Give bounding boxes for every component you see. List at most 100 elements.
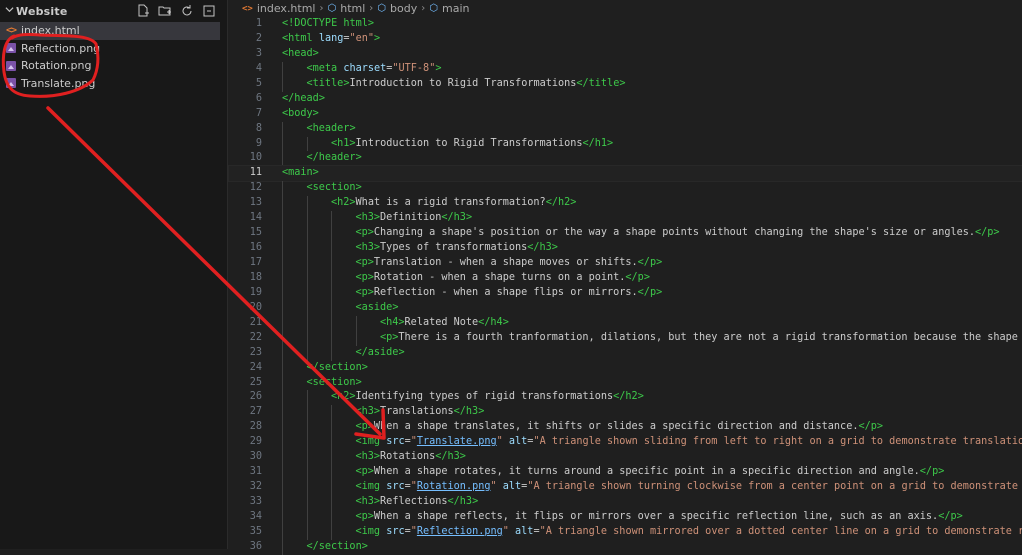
line-code[interactable]: <p>When a shape reflects, it flips or mi… [262, 509, 1022, 525]
indent-guide [282, 539, 283, 555]
file-name: Reflection.png [21, 41, 101, 55]
code-line[interactable]: 10 </header> [229, 151, 1022, 167]
file-item-rotation-png[interactable]: Rotation.png [0, 57, 227, 75]
indent-guide [331, 405, 332, 421]
code-line[interactable]: 19 <p>Reflection - when a shape flips or … [229, 285, 1022, 301]
code-line[interactable]: 14 <h3>Definition</h3> [229, 211, 1022, 227]
code-line[interactable]: 3 <head> [229, 47, 1022, 62]
new-folder-icon[interactable] [157, 3, 173, 19]
line-code[interactable]: </section> [262, 539, 1022, 555]
code-line[interactable]: 30 <h3>Rotations</h3> [229, 450, 1022, 466]
line-code[interactable]: </section> [262, 360, 1022, 376]
code-line[interactable]: 33 <h3>Reflections</h3> [229, 495, 1022, 510]
line-code[interactable]: <!DOCTYPE html> [262, 17, 1022, 32]
line-code[interactable]: <h3>Definition</h3> [262, 211, 1022, 227]
line-code[interactable]: </head> [262, 92, 1022, 107]
code-line[interactable]: 1 <!DOCTYPE html> [229, 17, 1022, 32]
collapse-all-icon[interactable] [201, 3, 217, 19]
file-item-translate-png[interactable]: Translate.png [0, 75, 227, 93]
code-line[interactable]: 9 <h1>Introduction to Rigid Transformatio… [229, 136, 1022, 152]
code-line[interactable]: 15 <p>Changing a shape's position or the … [229, 226, 1022, 242]
code-line[interactable]: 20 <aside> [229, 300, 1022, 316]
line-code[interactable]: </header> [262, 151, 1022, 167]
code-line[interactable]: 31 <p>When a shape rotates, it turns arou… [229, 465, 1022, 481]
line-code[interactable]: <p>Changing a shape's position or the wa… [262, 226, 1022, 242]
line-code[interactable]: <h3>Types of transformations</h3> [262, 241, 1022, 256]
code-line[interactable]: 28 <p>When a shape translates, it shifts … [229, 420, 1022, 436]
line-code[interactable]: <img src="Rotation.png" alt="A triangle … [262, 480, 1022, 495]
code-line[interactable]: 6 </head> [229, 92, 1022, 107]
line-code[interactable]: <section> [262, 181, 1022, 197]
refresh-icon[interactable] [179, 3, 195, 19]
code-line[interactable]: 27 <h3>Translations</h3> [229, 405, 1022, 421]
indent-guide [282, 196, 283, 212]
line-number: 26 [249, 391, 262, 403]
line-code[interactable]: <p>When a shape translates, it shifts or… [262, 420, 1022, 436]
explorer-folder-header[interactable]: Website [0, 0, 227, 22]
code-line[interactable]: 22 <p>There is a fourth tranformation, di… [229, 330, 1022, 346]
line-code[interactable]: <aside> [262, 300, 1022, 316]
line-code[interactable]: <main> [262, 166, 1022, 181]
code-line[interactable]: 11 <main> [228, 165, 1022, 183]
line-code[interactable]: <p>When a shape rotates, it turns around… [262, 465, 1022, 481]
code-line[interactable]: 16 <h3>Types of transformations</h3> [229, 241, 1022, 256]
code-area[interactable]: 1 <!DOCTYPE html> 2 <html lang="en"> 3 <head>… [228, 17, 1022, 555]
indent-guide [282, 211, 283, 227]
code-line[interactable]: 24 </section> [229, 360, 1022, 376]
explorer-actions [135, 3, 217, 19]
line-code[interactable]: <html lang="en"> [262, 32, 1022, 47]
line-code[interactable]: <title>Introduction to Rigid Transformat… [262, 76, 1022, 92]
line-code[interactable]: <section> [262, 375, 1022, 391]
line-code[interactable]: <head> [262, 47, 1022, 62]
breadcrumb-item-file[interactable]: index.html [257, 2, 316, 15]
indent-guide [331, 226, 332, 242]
file-item-index-html[interactable]: <> index.html [0, 22, 220, 40]
code-line[interactable]: 17 <p>Translation - when a shape moves or… [229, 256, 1022, 271]
code-line[interactable]: 4 <meta charset="UTF-8"> [229, 61, 1022, 77]
indent-guide [306, 465, 308, 481]
breadcrumb-item-html[interactable]: html [340, 2, 365, 15]
new-file-icon[interactable] [135, 3, 151, 19]
element-icon: ⬡ [377, 3, 387, 14]
line-code[interactable]: <h3>Rotations</h3> [262, 450, 1022, 466]
breadcrumb-item-body[interactable]: body [390, 2, 417, 15]
line-code[interactable]: <h2>What is a rigid transformation?</h2> [262, 196, 1022, 212]
line-code[interactable]: <img src="Translate.png" alt="A triangle… [262, 435, 1022, 451]
line-code[interactable]: <p>Rotation - when a shape turns on a po… [262, 270, 1022, 286]
line-code[interactable]: <h1>Introduction to Rigid Transformation… [262, 136, 1022, 152]
chevron-down-icon[interactable] [2, 5, 16, 17]
code-line[interactable]: 26 <h2>Identifying types of rigid transfo… [229, 390, 1022, 406]
line-code[interactable]: <header> [262, 121, 1022, 137]
code-line[interactable]: 13 <h2>What is a rigid transformation?</h… [229, 196, 1022, 212]
code-line[interactable]: 29 <img src="Translate.png" alt="A triang… [229, 435, 1022, 451]
code-line[interactable]: 32 <img src="Rotation.png" alt="A triangl… [229, 480, 1022, 495]
code-line[interactable]: 34 <p>When a shape reflects, it flips or … [229, 509, 1022, 525]
code-line[interactable]: 12 <section> [229, 181, 1022, 197]
line-code[interactable]: </aside> [262, 345, 1022, 361]
code-line[interactable]: 25 <section> [229, 375, 1022, 391]
code-line[interactable]: 8 <header> [229, 121, 1022, 137]
code-line[interactable]: 23 </aside> [229, 345, 1022, 361]
code-line[interactable]: 2 <html lang="en"> [229, 32, 1022, 47]
line-code[interactable]: <h2>Identifying types of rigid transform… [262, 390, 1022, 406]
indent-guide [282, 241, 283, 256]
line-code[interactable]: <h4>Related Note</h4> [262, 315, 1022, 331]
line-code[interactable]: <meta charset="UTF-8"> [262, 61, 1022, 77]
code-editor[interactable]: <> index.html › ⬡ html › ⬡ body › ⬡ main… [228, 0, 1022, 555]
code-line[interactable]: 21 <h4>Related Note</h4> [229, 315, 1022, 331]
line-code[interactable]: <h3>Reflections</h3> [262, 495, 1022, 510]
code-line[interactable]: 35 <img src="Reflection.png" alt="A trian… [229, 524, 1022, 540]
breadcrumb-item-main[interactable]: main [442, 2, 469, 15]
line-code[interactable]: <h3>Translations</h3> [262, 405, 1022, 421]
line-code[interactable]: <body> [262, 107, 1022, 122]
code-line[interactable]: 7 <body> [229, 107, 1022, 122]
code-line[interactable]: 5 <title>Introduction to Rigid Transforma… [229, 76, 1022, 92]
line-code[interactable]: <p>There is a fourth tranformation, dila… [262, 330, 1022, 346]
code-line[interactable]: 36 </section> [229, 539, 1022, 555]
line-code[interactable]: <p>Reflection - when a shape flips or mi… [262, 285, 1022, 301]
line-number: 11 [249, 167, 262, 179]
line-code[interactable]: <img src="Reflection.png" alt="A triangl… [262, 524, 1022, 540]
line-code[interactable]: <p>Translation - when a shape moves or s… [262, 256, 1022, 271]
code-line[interactable]: 18 <p>Rotation - when a shape turns on a … [229, 270, 1022, 286]
file-item-reflection-png[interactable]: Reflection.png [0, 40, 227, 58]
